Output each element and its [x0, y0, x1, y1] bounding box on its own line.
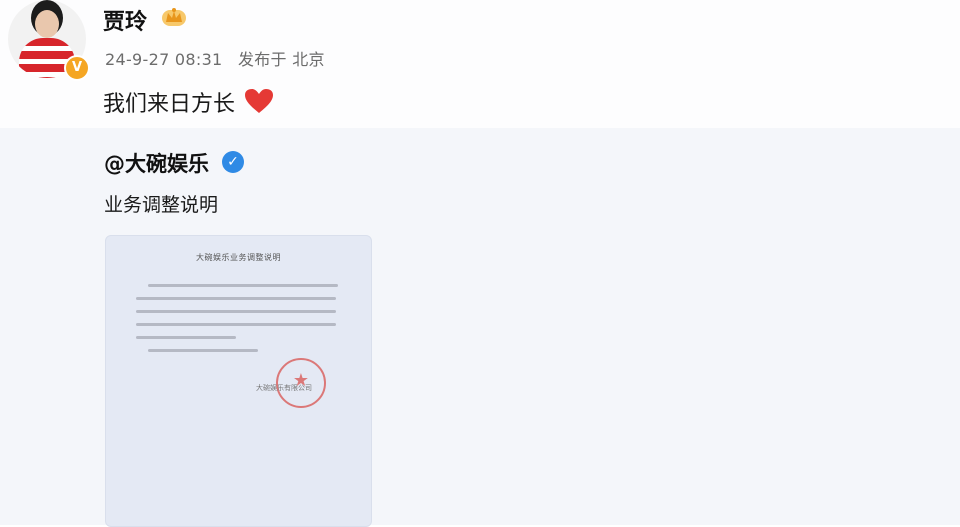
document-title: 大碗娱乐业务调整说明: [196, 253, 281, 262]
document-text-line: [148, 349, 258, 352]
heart-icon: [245, 89, 273, 113]
document-text-line: [136, 336, 236, 339]
post-timestamp[interactable]: 24-9-27 08:31: [105, 50, 223, 69]
avatar-head: [35, 10, 59, 38]
repost-author[interactable]: @大碗娱乐: [104, 148, 209, 178]
crown-icon: [162, 8, 186, 26]
document-signature: 大碗娱乐有限公司: [256, 384, 312, 392]
verified-icon: ✓: [222, 151, 244, 173]
document-image[interactable]: 大碗娱乐业务调整说明 大碗娱乐有限公司: [105, 235, 372, 527]
post-source: 发布于 北京: [237, 50, 325, 69]
verified-v-badge: V: [64, 55, 90, 81]
repost-text: 业务调整说明: [104, 194, 219, 216]
document-text-line: [136, 297, 336, 300]
post-meta: 24-9-27 08:31 发布于 北京: [105, 46, 325, 70]
document-text-line: [136, 323, 336, 326]
post-text: 我们来日方长: [103, 92, 236, 117]
document-text-line: [148, 284, 338, 287]
document-text-line: [136, 310, 336, 313]
username[interactable]: 贾玲: [103, 4, 147, 36]
